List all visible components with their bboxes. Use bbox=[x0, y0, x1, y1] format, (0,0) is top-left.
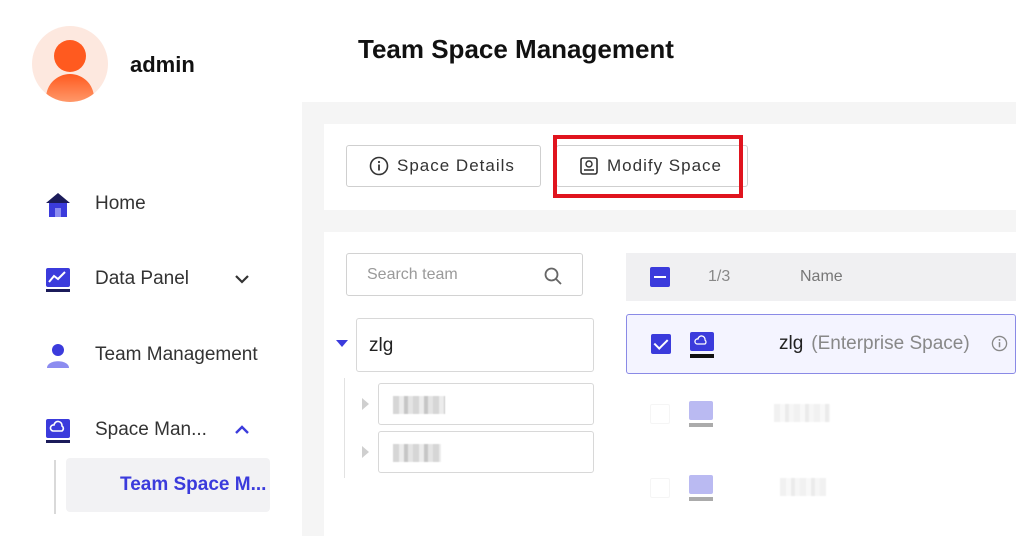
info-icon[interactable] bbox=[991, 335, 1008, 352]
select-all-checkbox[interactable] bbox=[650, 267, 670, 287]
row-checkbox[interactable] bbox=[650, 404, 670, 424]
space-name: zlg bbox=[779, 333, 804, 354]
table-row[interactable] bbox=[626, 384, 1016, 444]
redacted-label bbox=[393, 444, 441, 462]
space-details-button[interactable]: Space Details bbox=[346, 145, 541, 187]
avatar[interactable] bbox=[32, 26, 108, 102]
tree-node-child[interactable] bbox=[378, 383, 594, 425]
column-header-name: Name bbox=[800, 268, 843, 285]
table-row[interactable]: zlg (Enterprise Space) bbox=[626, 314, 1016, 374]
caret-right-icon[interactable] bbox=[362, 446, 369, 458]
tree-node-child[interactable] bbox=[378, 431, 594, 473]
sidebar-item-data-panel[interactable]: Data Panel bbox=[0, 255, 302, 303]
sidebar-item-team-management[interactable]: Team Management bbox=[0, 331, 302, 379]
user-icon bbox=[47, 344, 69, 368]
sidebar-item-space-management[interactable]: Space Man... bbox=[0, 406, 302, 454]
sidebar-subitem-label: Team Space M... bbox=[120, 474, 267, 495]
sidebar: admin Home Data Panel Team Management Sp… bbox=[0, 0, 302, 536]
list-header: 1/3 Name bbox=[626, 253, 1016, 301]
space-list-panel: 1/3 Name zlg (Enterprise Space) bbox=[604, 232, 1016, 536]
page-header: Team Space Management bbox=[302, 0, 1016, 102]
highlight-box bbox=[553, 135, 743, 198]
sidebar-item-label: Team Management bbox=[95, 344, 258, 365]
caret-right-icon[interactable] bbox=[362, 398, 369, 410]
info-icon bbox=[369, 156, 389, 176]
page-title: Team Space Management bbox=[358, 34, 674, 64]
sidebar-item-home[interactable]: Home bbox=[0, 180, 302, 228]
sidebar-item-label: Home bbox=[95, 193, 146, 214]
username: admin bbox=[130, 52, 195, 77]
storage-icon bbox=[690, 332, 714, 358]
table-row[interactable] bbox=[626, 458, 1016, 518]
row-name: zlg (Enterprise Space) bbox=[779, 333, 970, 355]
storage-icon bbox=[689, 401, 713, 427]
submenu-guide bbox=[54, 460, 56, 514]
chevron-down-icon[interactable] bbox=[232, 269, 252, 289]
redacted-label bbox=[774, 404, 830, 422]
tree-guide-line bbox=[344, 378, 345, 478]
tree-node-label: zlg bbox=[369, 335, 394, 356]
cloud-storage-icon bbox=[46, 419, 70, 443]
home-icon bbox=[46, 193, 70, 217]
caret-down-icon[interactable] bbox=[336, 340, 348, 347]
row-checkbox[interactable] bbox=[651, 334, 671, 354]
redacted-label bbox=[780, 478, 826, 496]
team-tree-panel: zlg bbox=[324, 232, 604, 536]
search-icon[interactable] bbox=[543, 266, 563, 286]
row-checkbox[interactable] bbox=[650, 478, 670, 498]
chart-icon bbox=[46, 268, 70, 292]
tree-node-root[interactable]: zlg bbox=[356, 318, 594, 372]
storage-icon bbox=[689, 475, 713, 501]
search-team-box[interactable] bbox=[346, 253, 583, 296]
sidebar-item-label: Data Panel bbox=[95, 268, 190, 289]
chevron-up-icon[interactable] bbox=[232, 420, 252, 440]
search-team-input[interactable] bbox=[367, 264, 537, 286]
sidebar-subitem-team-space-management[interactable]: Team Space M... bbox=[66, 458, 270, 512]
sidebar-item-label: Space Man... bbox=[95, 419, 207, 440]
redacted-label bbox=[393, 396, 445, 414]
space-type: (Enterprise Space) bbox=[811, 333, 970, 354]
selection-count: 1/3 bbox=[708, 268, 731, 285]
space-details-label: Space Details bbox=[397, 156, 515, 175]
